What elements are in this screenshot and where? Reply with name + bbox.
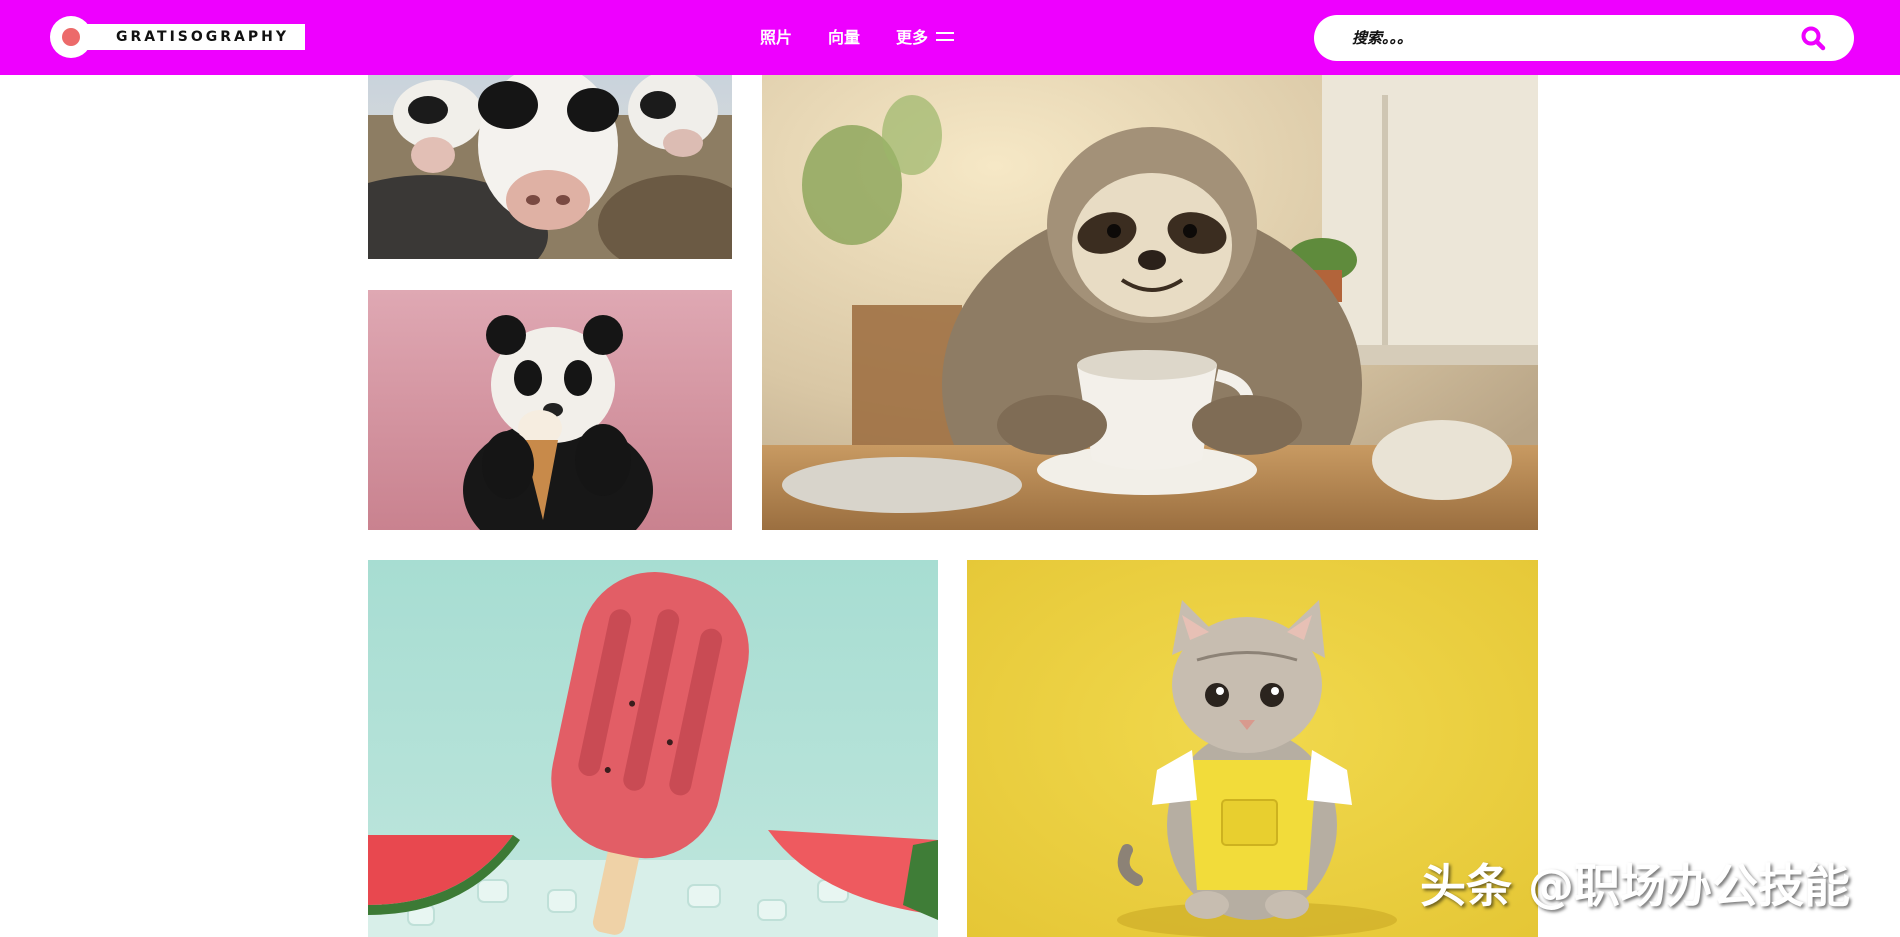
site-logo[interactable]: GRATISOGRAPHY — [50, 16, 305, 58]
logo-text: GRATISOGRAPHY — [80, 24, 305, 50]
sloth-image — [762, 75, 1538, 530]
logo-dot — [62, 28, 80, 46]
nav-item-photos[interactable]: 照片 — [760, 24, 792, 48]
photo-sloth[interactable] — [762, 75, 1538, 530]
logo-circle-icon — [50, 16, 92, 58]
nav-item-vectors-label: 向量 — [828, 28, 861, 47]
watermark-text: 头条 @职场办公技能 — [1420, 859, 1851, 913]
main-nav: 照片 向量 更多 — [760, 24, 955, 48]
search-box — [1314, 15, 1854, 61]
photo-cow[interactable] — [368, 75, 732, 259]
nav-item-more[interactable]: 更多 — [896, 24, 955, 48]
search-input[interactable] — [1350, 28, 1784, 48]
search-icon[interactable] — [1800, 25, 1826, 51]
nav-item-more-label: 更多 — [896, 28, 929, 47]
popsicle-image — [368, 560, 938, 937]
top-navigation-bar: GRATISOGRAPHY 照片 向量 更多 — [0, 0, 1900, 75]
photo-popsicle[interactable] — [368, 560, 938, 937]
panda-image — [368, 290, 732, 530]
cow-image — [368, 75, 732, 259]
menu-icon — [936, 30, 955, 42]
nav-item-vectors[interactable]: 向量 — [828, 24, 860, 48]
nav-item-photos-label: 照片 — [760, 28, 793, 47]
photo-panda[interactable] — [368, 290, 732, 530]
